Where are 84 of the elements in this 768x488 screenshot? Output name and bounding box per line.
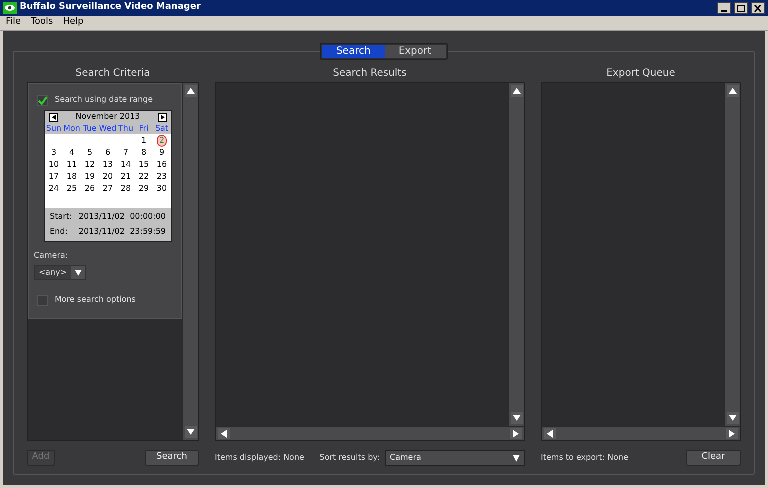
weekday-label: Sat: [154, 123, 170, 134]
calendar-day[interactable]: 17: [48, 172, 60, 182]
status-text: Items to export: None: [541, 452, 629, 464]
section-heading: Search Results: [332, 67, 408, 80]
calendar-month: November 2013: [76, 111, 140, 123]
weekday-label: Tue: [82, 123, 98, 134]
sort-dropdown[interactable]: Camera: [385, 450, 525, 466]
calendar-day[interactable]: 24: [48, 184, 60, 194]
calendar-day[interactable]: 26: [84, 184, 96, 194]
menu-item[interactable]: Tools: [31, 16, 54, 30]
calendar-day[interactable]: 27: [102, 184, 114, 194]
calendar-day[interactable]: 1: [140, 136, 148, 146]
start-time: 2013/11/02 00:00:00: [78, 211, 166, 223]
scroll-down-icon[interactable]: [184, 426, 196, 438]
sort-label: Sort results by:: [320, 452, 380, 464]
calendar-day[interactable]: 13: [102, 160, 114, 170]
calendar-day[interactable]: 3: [50, 148, 58, 158]
calendar-day[interactable]: 8: [140, 148, 148, 158]
tab[interactable]: Search: [322, 45, 385, 58]
checkbox-label: Search using date range: [55, 94, 154, 106]
scrollbar[interactable]: [508, 83, 524, 426]
scrollbar[interactable]: [182, 83, 198, 440]
scroll-up-icon[interactable]: [510, 85, 522, 97]
scrollbar[interactable]: [724, 83, 740, 426]
checkbox[interactable]: [37, 94, 48, 106]
status-text: Items displayed: None: [215, 452, 306, 464]
minimize-icon[interactable]: [717, 2, 731, 14]
window-title: Buffalo Surveillance Video Manager: [20, 1, 202, 14]
scroll-down-icon[interactable]: [726, 412, 738, 424]
calendar-day[interactable]: 22: [138, 172, 150, 182]
calendar-day[interactable]: 12: [84, 160, 96, 170]
weekday-label: Mon: [63, 123, 81, 134]
scroll-left-icon[interactable]: [218, 428, 230, 439]
calendar-day[interactable]: 5: [86, 148, 94, 158]
filter-dropdown[interactable]: <any>: [34, 265, 86, 280]
close-icon[interactable]: [751, 2, 765, 14]
dropdown-arrow-icon[interactable]: [513, 454, 520, 462]
calendar-day[interactable]: 29: [138, 184, 150, 194]
section-heading: Export Queue: [606, 67, 676, 80]
calendar-day[interactable]: 30: [156, 184, 168, 194]
menu-item[interactable]: File: [6, 16, 22, 30]
push-button[interactable]: Search: [145, 450, 199, 466]
calendar-day[interactable]: 7: [122, 148, 130, 158]
calendar-day[interactable]: 6: [104, 148, 112, 158]
weekday-label: Wed: [99, 123, 117, 134]
scroll-up-icon[interactable]: [184, 85, 196, 97]
calendar-day[interactable]: 23: [156, 172, 168, 182]
menu-item[interactable]: Help: [63, 16, 84, 30]
previous-month-icon[interactable]: [49, 112, 58, 122]
calendar-day[interactable]: 4: [68, 148, 76, 158]
scroll-left-icon[interactable]: [544, 428, 556, 439]
calendar-day[interactable]: 21: [120, 172, 132, 182]
scroll-down-icon[interactable]: [510, 412, 522, 424]
section-heading: Search Criteria: [74, 67, 152, 80]
calendar-day[interactable]: 16: [156, 160, 168, 170]
tab[interactable]: Export: [384, 45, 446, 58]
horizontal-scrollbar[interactable]: [542, 426, 740, 440]
scroll-right-icon[interactable]: [726, 428, 738, 439]
scroll-right-icon[interactable]: [510, 428, 522, 439]
horizontal-scrollbar[interactable]: [216, 426, 524, 440]
checkbox[interactable]: [37, 294, 48, 306]
calendar-day[interactable]: 20: [102, 172, 114, 182]
start-label: Start:: [50, 211, 74, 223]
calendar-day[interactable]: 11: [66, 160, 78, 170]
camera-label: Camera:: [34, 250, 70, 262]
calendar-day[interactable]: 19: [84, 172, 96, 182]
scroll-up-icon[interactable]: [726, 85, 738, 97]
calendar-day[interactable]: 14: [120, 160, 132, 170]
weekday-label: Sun: [45, 123, 63, 134]
calendar-day[interactable]: 25: [66, 184, 78, 194]
next-month-icon[interactable]: [158, 112, 167, 122]
calendar-day[interactable]: 9: [158, 148, 166, 158]
weekday-label: Thu: [117, 123, 135, 134]
weekday-label: Fri: [138, 123, 150, 134]
push-button[interactable]: Clear: [686, 450, 741, 466]
calendar-day[interactable]: 18: [66, 172, 78, 182]
checkbox-label: More search options: [55, 294, 136, 306]
end-time: 2013/11/02 23:59:59: [78, 226, 166, 238]
calendar-day[interactable]: 10: [48, 160, 60, 170]
maximize-icon[interactable]: [734, 2, 748, 14]
calendar-day[interactable]: 28: [120, 184, 132, 194]
calendar-day[interactable]: 15: [138, 160, 150, 170]
eye-icon: [3, 2, 17, 14]
end-label: End:: [50, 226, 69, 238]
